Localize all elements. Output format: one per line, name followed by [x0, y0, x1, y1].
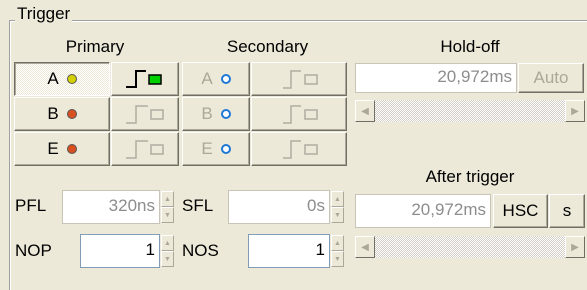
primary-b-label: B: [47, 104, 59, 123]
spin-down-icon[interactable]: ▼: [331, 207, 344, 223]
secondary-b-button[interactable]: B: [182, 97, 250, 131]
sfl-spinner[interactable]: ▲ ▼: [331, 191, 344, 223]
holdoff-input[interactable]: 20,972ms: [355, 63, 517, 93]
edge-outline-icon: [283, 70, 318, 89]
spin-up-icon[interactable]: ▲: [161, 235, 174, 251]
nop-label: NOP: [15, 241, 52, 260]
hsc-button[interactable]: HSC: [493, 194, 548, 228]
pfl-label: PFL: [15, 196, 47, 215]
spin-down-icon[interactable]: ▼: [161, 251, 174, 267]
primary-a-label: A: [47, 69, 59, 88]
spin-down-icon[interactable]: ▼: [161, 207, 174, 223]
primary-e-button[interactable]: E: [14, 132, 110, 166]
holdoff-heading: Hold-off: [440, 37, 500, 56]
edge-outline-icon: [283, 105, 318, 124]
secondary-heading: Secondary: [226, 37, 309, 56]
led-dot-icon: [66, 109, 77, 119]
sfl-input[interactable]: 0s: [228, 190, 330, 224]
nop-input[interactable]: 1: [80, 234, 160, 268]
spin-up-icon[interactable]: ▲: [161, 191, 174, 207]
after-trigger-heading: After trigger: [425, 167, 515, 186]
trigger-group-title: Trigger: [15, 4, 73, 24]
primary-e-label: E: [47, 139, 59, 158]
nos-label: NOS: [182, 241, 219, 260]
pfl-spinner[interactable]: ▲ ▼: [161, 191, 174, 223]
primary-heading: Primary: [65, 37, 125, 56]
s-button[interactable]: s: [549, 194, 585, 228]
scroll-left-icon[interactable]: ◀: [355, 236, 375, 258]
led-dot-icon: [220, 74, 231, 84]
auto-button[interactable]: Auto: [518, 63, 584, 93]
scroll-right-icon[interactable]: ▶: [565, 236, 585, 258]
scroll-right-icon[interactable]: ▶: [565, 100, 585, 122]
pfl-input[interactable]: 320ns: [62, 190, 160, 224]
secondary-a-edge-button[interactable]: [251, 62, 347, 96]
holdoff-scrollbar[interactable]: ◀ ▶: [355, 100, 585, 122]
secondary-e-button[interactable]: E: [182, 132, 250, 166]
secondary-b-edge-button[interactable]: [251, 97, 347, 131]
edge-outline-icon: [126, 140, 164, 159]
sfl-label: SFL: [182, 196, 214, 215]
secondary-e-edge-button[interactable]: [251, 132, 347, 166]
nop-spinner[interactable]: ▲ ▼: [161, 235, 174, 267]
secondary-a-label: A: [201, 69, 213, 88]
nos-input[interactable]: 1: [248, 234, 330, 268]
primary-e-edge-button[interactable]: [111, 132, 179, 166]
edge-outline-icon: [283, 140, 318, 159]
primary-a-edge-button[interactable]: [111, 62, 179, 96]
after-trigger-scrollbar[interactable]: ◀ ▶: [355, 236, 585, 258]
primary-b-edge-button[interactable]: [111, 97, 179, 131]
spin-up-icon[interactable]: ▲: [331, 191, 344, 207]
rising-edge-icon: [126, 70, 162, 88]
secondary-b-label: B: [201, 104, 213, 123]
nos-spinner[interactable]: ▲ ▼: [331, 235, 344, 267]
led-dot-icon: [66, 144, 77, 154]
led-dot-icon: [66, 74, 77, 84]
spin-down-icon[interactable]: ▼: [331, 251, 344, 267]
led-dot-icon: [220, 109, 231, 119]
led-dot-icon: [220, 144, 231, 154]
scroll-left-icon[interactable]: ◀: [355, 100, 375, 122]
secondary-e-label: E: [201, 139, 213, 158]
after-trigger-input[interactable]: 20,972ms: [355, 194, 491, 228]
edge-outline-icon: [126, 105, 164, 124]
spin-up-icon[interactable]: ▲: [331, 235, 344, 251]
secondary-a-button[interactable]: A: [182, 62, 250, 96]
primary-a-button[interactable]: A: [14, 62, 110, 96]
primary-b-button[interactable]: B: [14, 97, 110, 131]
